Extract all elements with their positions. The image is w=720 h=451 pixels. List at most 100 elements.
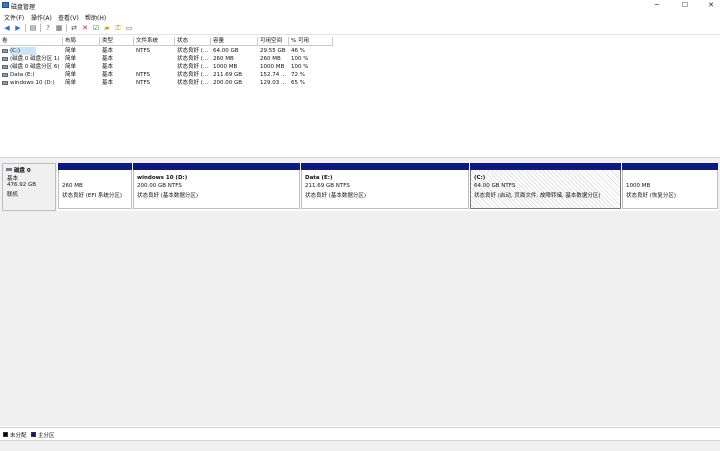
column-header-free-space[interactable]: 可用空间 — [258, 37, 289, 46]
partition-size: 200.00 GB NTFS — [137, 183, 182, 189]
menu-action[interactable]: 操作(A) — [31, 13, 52, 22]
cell-type: 基本 — [102, 64, 114, 70]
table-row[interactable]: (磁盘 0 磁盘分区 1) 简单 基本 状态良好 (... 260 MB 260… — [0, 55, 333, 63]
cell-layout: 简单 — [65, 48, 77, 54]
partition-status: 状态良好 (基本数据分区) — [305, 193, 367, 199]
cell-type: 基本 — [102, 80, 114, 86]
view-icon[interactable]: ▤ — [29, 24, 37, 32]
console-icon[interactable]: ▭ — [125, 24, 133, 32]
cell-capacity: 211.69 GB — [213, 72, 243, 78]
partition-bar — [58, 163, 132, 170]
status-bar — [0, 440, 720, 451]
partition-recovery[interactable]: 1000 MB 状态良好 (恢复分区) — [622, 163, 718, 209]
connect-icon[interactable]: ⇄ — [70, 24, 78, 32]
menu-bar: 文件(F) 操作(A) 查看(V) 帮助(H) — [0, 12, 720, 22]
cell-percent-free: 65 % — [291, 80, 305, 86]
back-icon[interactable]: ◀ — [3, 24, 11, 32]
partition-bar — [622, 163, 718, 170]
disk-type: 基本 — [7, 176, 19, 182]
cell-volume: Data (E:) — [10, 72, 35, 78]
menu-file[interactable]: 文件(F) — [4, 13, 24, 22]
column-header-capacity[interactable]: 容量 — [211, 37, 258, 46]
column-header-layout[interactable]: 布局 — [63, 37, 100, 46]
folder-icon[interactable]: ▰ — [103, 24, 111, 32]
cell-layout: 简单 — [65, 80, 77, 86]
cell-free-space: 129.03 ... — [260, 80, 287, 86]
close-button[interactable]: ✕ — [704, 1, 718, 10]
column-header-status[interactable]: 状态 — [175, 37, 211, 46]
primary-partition-swatch — [31, 432, 36, 437]
cell-free-space: 152.74 ... — [260, 72, 287, 78]
table-row[interactable]: windows 10 (D:) 简单 基本 NTFS 状态良好 (... 200… — [0, 79, 333, 87]
check-icon[interactable]: ☑ — [92, 24, 100, 32]
window-title: 磁盘管理 — [11, 4, 36, 11]
volume-icon — [2, 65, 8, 69]
cell-percent-free: 46 % — [291, 48, 305, 54]
partition-size: 1000 MB — [626, 183, 651, 189]
cell-free-space: 1000 MB — [260, 64, 285, 70]
column-header-filesystem[interactable]: 文件系统 — [134, 37, 175, 46]
maximize-button[interactable]: ☐ — [678, 1, 692, 10]
partition-size: 260 MB — [62, 183, 83, 189]
partition-data-e[interactable]: Data (E:) 211.69 GB NTFS 状态良好 (基本数据分区) — [301, 163, 469, 209]
cell-type: 基本 — [102, 56, 114, 62]
column-header-volume[interactable]: 卷 — [0, 37, 63, 46]
volume-icon — [2, 57, 8, 61]
partition-status: 状态良好 (启动, 页面文件, 故障转储, 基本数据分区) — [474, 193, 601, 199]
disk-size: 476.92 GB — [7, 182, 37, 188]
partition-c-selected[interactable]: (C:) 64.00 GB NTFS 状态良好 (启动, 页面文件, 故障转储,… — [470, 163, 621, 209]
disk-status: 联机 — [7, 192, 19, 198]
disk-graphical-view: 磁盘 0 基本 476.92 GB 联机 260 MB 状态良好 (EFI 系统… — [0, 161, 720, 426]
cell-status: 状态良好 (... — [177, 80, 209, 86]
cell-status: 状态良好 (... — [177, 56, 209, 62]
cell-status: 状态良好 (... — [177, 48, 209, 54]
cell-capacity: 64.00 GB — [213, 48, 239, 54]
column-header-percent-free[interactable]: % 可用 — [289, 37, 333, 46]
disk-name: 磁盘 0 — [14, 168, 31, 174]
cell-percent-free: 100 % — [291, 64, 309, 70]
toolbar-separator — [40, 24, 41, 32]
cell-free-space: 260 MB — [260, 56, 281, 62]
key-icon[interactable]: ⚿ — [114, 24, 122, 32]
menu-view[interactable]: 查看(V) — [58, 13, 79, 22]
table-row[interactable]: (磁盘 0 磁盘分区 6) 简单 基本 状态良好 (... 1000 MB 10… — [0, 63, 333, 71]
volume-icon — [2, 73, 8, 77]
cell-layout: 简单 — [65, 64, 77, 70]
cell-percent-free: 100 % — [291, 56, 309, 62]
unallocated-swatch — [3, 432, 8, 437]
partition-status: 状态良好 (恢复分区) — [626, 193, 677, 199]
cell-filesystem: NTFS — [136, 72, 151, 78]
cell-type: 基本 — [102, 72, 114, 78]
partition-windows-d[interactable]: windows 10 (D:) 200.00 GB NTFS 状态良好 (基本数… — [133, 163, 300, 209]
partition-status: 状态良好 (基本数据分区) — [137, 193, 199, 199]
title-bar: 磁盘管理 ─ ☐ ✕ — [0, 0, 720, 11]
cell-filesystem: NTFS — [136, 48, 151, 54]
cell-volume: (C:) — [10, 47, 36, 55]
help-icon[interactable]: ? — [44, 24, 52, 32]
partition-efi[interactable]: 260 MB 状态良好 (EFI 系统分区) — [58, 163, 132, 209]
cell-capacity: 1000 MB — [213, 64, 238, 70]
column-header-type[interactable]: 类型 — [100, 37, 134, 46]
minimize-button[interactable]: ─ — [650, 1, 664, 10]
cell-capacity: 200.00 GB — [213, 80, 243, 86]
legend-primary-partition: 主分区 — [38, 433, 55, 439]
partition-name: windows 10 (D:) — [137, 175, 188, 181]
properties-icon[interactable]: ▦ — [55, 24, 63, 32]
forward-icon[interactable]: ▶ — [14, 24, 22, 32]
delete-icon[interactable]: ✕ — [81, 24, 89, 32]
volume-icon — [2, 81, 8, 85]
cell-volume: (磁盘 0 磁盘分区 1) — [10, 56, 60, 62]
cell-layout: 简单 — [65, 56, 77, 62]
table-row[interactable]: Data (E:) 简单 基本 NTFS 状态良好 (... 211.69 GB… — [0, 71, 333, 79]
cell-status: 状态良好 (... — [177, 72, 209, 78]
cell-filesystem: NTFS — [136, 80, 151, 86]
menu-help[interactable]: 帮助(H) — [85, 13, 106, 22]
partition-name: Data (E:) — [305, 175, 333, 181]
cell-percent-free: 72 % — [291, 72, 305, 78]
disk-0-label[interactable]: 磁盘 0 基本 476.92 GB 联机 — [2, 163, 56, 211]
partition-bar — [301, 163, 469, 170]
cell-layout: 简单 — [65, 72, 77, 78]
cell-status: 状态良好 (... — [177, 64, 209, 70]
table-row[interactable]: (C:) 简单 基本 NTFS 状态良好 (... 64.00 GB 29.55… — [0, 47, 333, 55]
legend: 未分配 主分区 — [0, 427, 720, 440]
